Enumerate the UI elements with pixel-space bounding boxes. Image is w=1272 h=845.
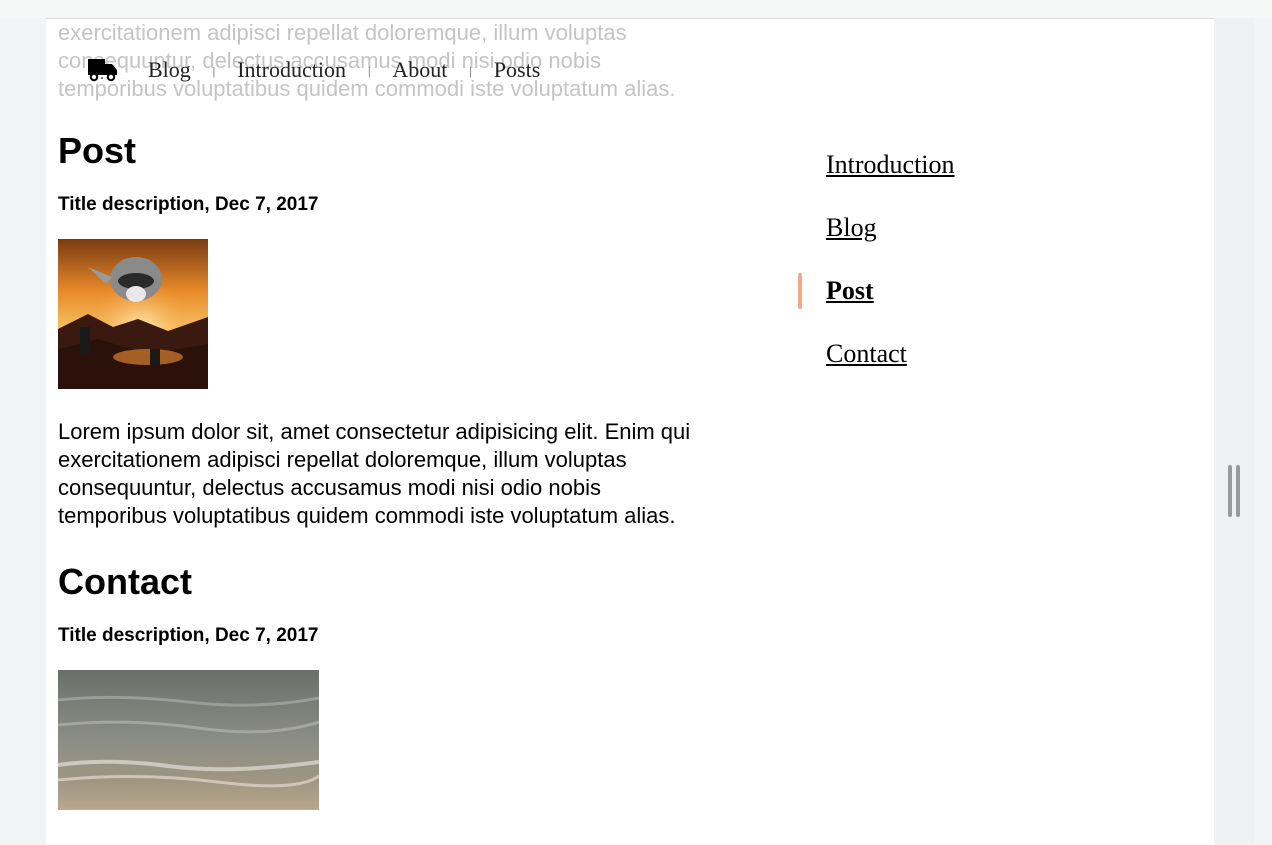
raccoon-sunset-image: [58, 239, 208, 389]
section-paragraph: Lorem ipsum dolor sit, amet consectetur …: [58, 418, 758, 530]
active-indicator: [798, 273, 802, 309]
truck-icon[interactable]: [88, 57, 118, 83]
nav-separator: |: [212, 63, 216, 78]
section-title: Contact: [58, 561, 192, 602]
post-section: Post Title description, Dec 7, 2017 Lore…: [58, 129, 758, 530]
sidebar-item-introduction[interactable]: Introduction: [826, 147, 955, 210]
right-gutter: [1214, 18, 1254, 844]
paragraph-line: temporibus voluptatibus quidem commodi i…: [58, 503, 676, 528]
nav-separator: |: [367, 63, 371, 78]
resize-handle[interactable]: [1228, 465, 1240, 517]
faded-line: exercitationem adipisci repellat dolorem…: [58, 20, 627, 45]
top-navigation: Blog | Introduction | About | Posts: [88, 53, 540, 87]
nav-link-posts[interactable]: Posts: [494, 57, 540, 83]
paragraph-line: Lorem ipsum dolor sit, amet consectetur …: [58, 419, 691, 444]
nav-link-about[interactable]: About: [392, 57, 447, 83]
paragraph-line: exercitationem adipisci repellat dolorem…: [58, 447, 627, 472]
main-content: Post Title description, Dec 7, 2017 Lore…: [57, 129, 758, 815]
window-top-strip: [0, 0, 1272, 18]
sidebar-item-blog[interactable]: Blog: [826, 210, 955, 273]
paragraph-line: consequuntur, delectus accusamus modi ni…: [58, 475, 601, 500]
beach-waves-image: [57, 670, 320, 810]
contact-section: Contact Title description, Dec 7, 2017: [57, 560, 758, 815]
nav-link-introduction[interactable]: Introduction: [237, 57, 346, 83]
sidebar-item-contact[interactable]: Contact: [826, 336, 955, 399]
nav-link-blog[interactable]: Blog: [148, 57, 191, 83]
section-subtitle: Title description, Dec 7, 2017: [58, 194, 319, 215]
section-subtitle: Title description, Dec 7, 2017: [58, 625, 319, 646]
page: exercitationem adipisci repellat dolorem…: [46, 18, 1214, 845]
section-title: Post: [58, 130, 137, 171]
nav-separator: |: [469, 63, 472, 78]
sidebar-navigation: Introduction Blog Post Contact: [798, 147, 955, 399]
sidebar-item-post[interactable]: Post: [826, 273, 955, 336]
